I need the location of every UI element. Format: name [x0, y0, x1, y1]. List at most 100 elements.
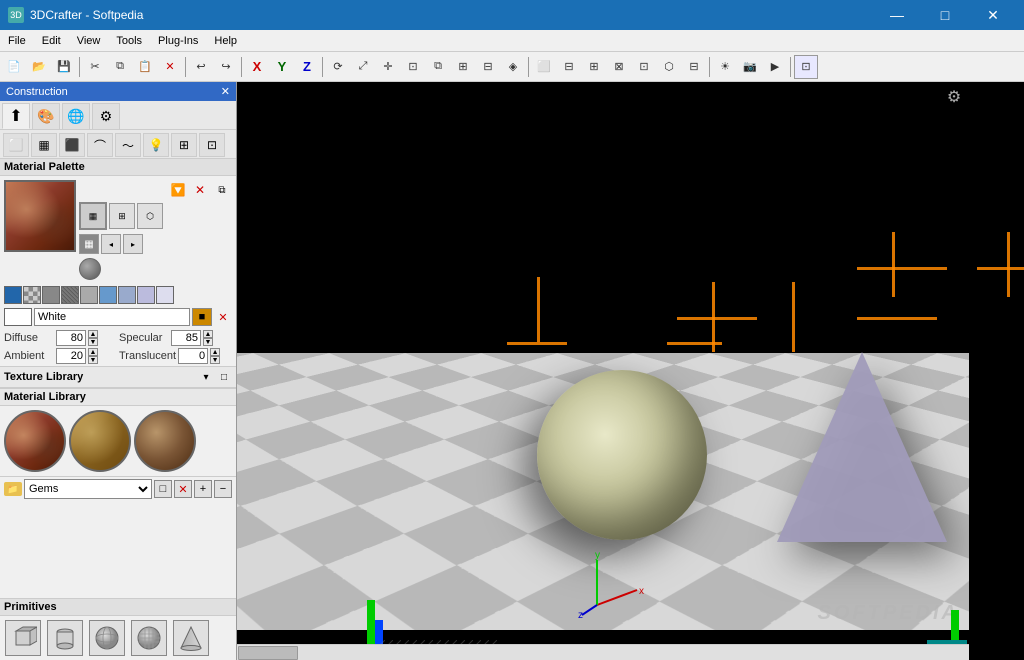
menu-plugins[interactable]: Plug-Ins — [150, 30, 206, 51]
tb-end[interactable]: ⊡ — [794, 55, 818, 79]
tb-scale[interactable]: ⤢ — [351, 55, 375, 79]
swatch-blue[interactable] — [4, 286, 22, 304]
material-thumb-3[interactable] — [134, 410, 196, 472]
tb-light[interactable]: ☀ — [713, 55, 737, 79]
color-preview-white[interactable] — [4, 308, 32, 326]
mat-delete-btn[interactable]: ✕ — [214, 308, 232, 326]
color-swatch-btn[interactable]: ■ — [192, 308, 212, 326]
obj-tab-extra[interactable]: ⊡ — [199, 133, 225, 157]
obj-tab-surface[interactable]: 〜 — [115, 133, 141, 157]
channel-btn-3[interactable]: ▸ — [123, 234, 143, 254]
tb-view4[interactable]: ⊠ — [607, 55, 631, 79]
ambient-value[interactable] — [56, 348, 86, 364]
menu-help[interactable]: Help — [206, 30, 245, 51]
tb-group[interactable]: ⧉ — [426, 55, 450, 79]
axis-x-btn[interactable]: X — [245, 55, 269, 79]
construction-close[interactable]: ✕ — [221, 85, 230, 98]
tb-paste[interactable]: 📋 — [133, 55, 157, 79]
tab-color[interactable]: 🎨 — [32, 103, 60, 129]
tb-anim[interactable]: ▶ — [763, 55, 787, 79]
tb-cut[interactable]: ✂ — [83, 55, 107, 79]
obj-tab-solid[interactable]: ⬜ — [3, 133, 29, 157]
filter-btn[interactable]: 🔽 — [168, 180, 188, 200]
tb-undo[interactable]: ↩ — [189, 55, 213, 79]
specular-value[interactable] — [171, 330, 201, 346]
gems-btn-1[interactable]: □ — [154, 480, 172, 498]
diffuse-up[interactable]: ▲ — [88, 330, 98, 338]
tex-lib-down[interactable]: ▾ — [198, 369, 214, 385]
material-preview[interactable] — [4, 180, 76, 252]
material-thumb-1[interactable] — [4, 410, 66, 472]
tb-move[interactable]: ✛ — [376, 55, 400, 79]
scrollbar-thumb[interactable] — [238, 646, 298, 660]
cone-icon[interactable] — [173, 620, 209, 656]
primitive-torus[interactable] — [130, 620, 168, 656]
channel-btn-2[interactable]: ◂ — [101, 234, 121, 254]
obj-tab-box[interactable]: ⬛ — [59, 133, 85, 157]
tb-mesh[interactable]: ⊟ — [476, 55, 500, 79]
material-name-input[interactable] — [34, 308, 190, 326]
primitive-sphere[interactable] — [88, 620, 126, 656]
gems-select[interactable]: Gems Metals Stone Wood — [24, 479, 152, 499]
obj-tab-group[interactable]: ⊞ — [171, 133, 197, 157]
menu-file[interactable]: File — [0, 30, 34, 51]
tab-texture[interactable]: 🌐 — [62, 103, 90, 129]
obj-tab-bezier[interactable]: ⌒ — [87, 133, 113, 157]
tb-ungroup[interactable]: ⊞ — [451, 55, 475, 79]
tb-copy[interactable]: ⧉ — [108, 55, 132, 79]
cube-icon[interactable] — [5, 620, 41, 656]
diffuse-down[interactable]: ▼ — [88, 338, 98, 346]
viewport[interactable]: x y z ⚙ SOFTPEDIA — [237, 82, 1024, 660]
gems-btn-add[interactable]: + — [194, 480, 212, 498]
specular-up[interactable]: ▲ — [203, 330, 213, 338]
tb-view2[interactable]: ⊟ — [557, 55, 581, 79]
tb-zoom[interactable]: ⊡ — [632, 55, 656, 79]
clear-btn[interactable]: ✕ — [190, 180, 210, 200]
translucent-down[interactable]: ▼ — [210, 356, 220, 364]
swatch-blue2[interactable] — [99, 286, 117, 304]
tb-render[interactable]: ◈ — [501, 55, 525, 79]
diffuse-value[interactable] — [56, 330, 86, 346]
gems-btn-del[interactable]: ✕ — [174, 480, 192, 498]
tb-camera[interactable]: 📷 — [738, 55, 762, 79]
close-button[interactable]: ✕ — [970, 0, 1016, 30]
swatch-gray4[interactable] — [137, 286, 155, 304]
obj-tab-light[interactable]: 💡 — [143, 133, 169, 157]
material-thumb-2[interactable] — [69, 410, 131, 472]
ambient-up[interactable]: ▲ — [88, 348, 98, 356]
tab-settings[interactable]: ⚙ — [92, 103, 120, 129]
minimize-button[interactable]: — — [874, 0, 920, 30]
cone-object[interactable] — [777, 352, 947, 542]
specular-down[interactable]: ▼ — [203, 338, 213, 346]
swatch-checker[interactable] — [23, 286, 41, 304]
torus-icon[interactable] — [131, 620, 167, 656]
channel-btn-1[interactable]: ▦ — [79, 234, 99, 254]
primitive-cube[interactable] — [4, 620, 42, 656]
primitive-cylinder[interactable] — [46, 620, 84, 656]
tex-btn-2[interactable]: ⊞ — [109, 203, 135, 229]
tb-open[interactable]: 📂 — [27, 55, 51, 79]
swatch-gray3[interactable] — [80, 286, 98, 304]
tb-new[interactable]: 📄 — [2, 55, 26, 79]
tex-btn-3[interactable]: ⬡ — [137, 203, 163, 229]
copy-btn[interactable]: ⧉ — [212, 180, 232, 200]
gems-btn-sub[interactable]: − — [214, 480, 232, 498]
menu-view[interactable]: View — [69, 30, 109, 51]
viewport-gear-icon[interactable]: ⚙ — [944, 87, 964, 107]
tb-wire[interactable]: ⊟ — [682, 55, 706, 79]
swatch-gray2[interactable] — [61, 286, 79, 304]
tb-redo[interactable]: ↪ — [214, 55, 238, 79]
tex-btn-1[interactable]: ▦ — [79, 202, 107, 230]
horizontal-scrollbar[interactable] — [237, 644, 969, 660]
tb-fit[interactable]: ⬡ — [657, 55, 681, 79]
menu-edit[interactable]: Edit — [34, 30, 69, 51]
maximize-button[interactable]: □ — [922, 0, 968, 30]
translucent-value[interactable] — [178, 348, 208, 364]
ambient-down[interactable]: ▼ — [88, 356, 98, 364]
primitive-cone[interactable] — [172, 620, 210, 656]
axis-y-btn[interactable]: Y — [270, 55, 294, 79]
translucent-up[interactable]: ▲ — [210, 348, 220, 356]
tb-delete[interactable]: ✕ — [158, 55, 182, 79]
tb-view3[interactable]: ⊞ — [582, 55, 606, 79]
swatch-gray1[interactable] — [42, 286, 60, 304]
